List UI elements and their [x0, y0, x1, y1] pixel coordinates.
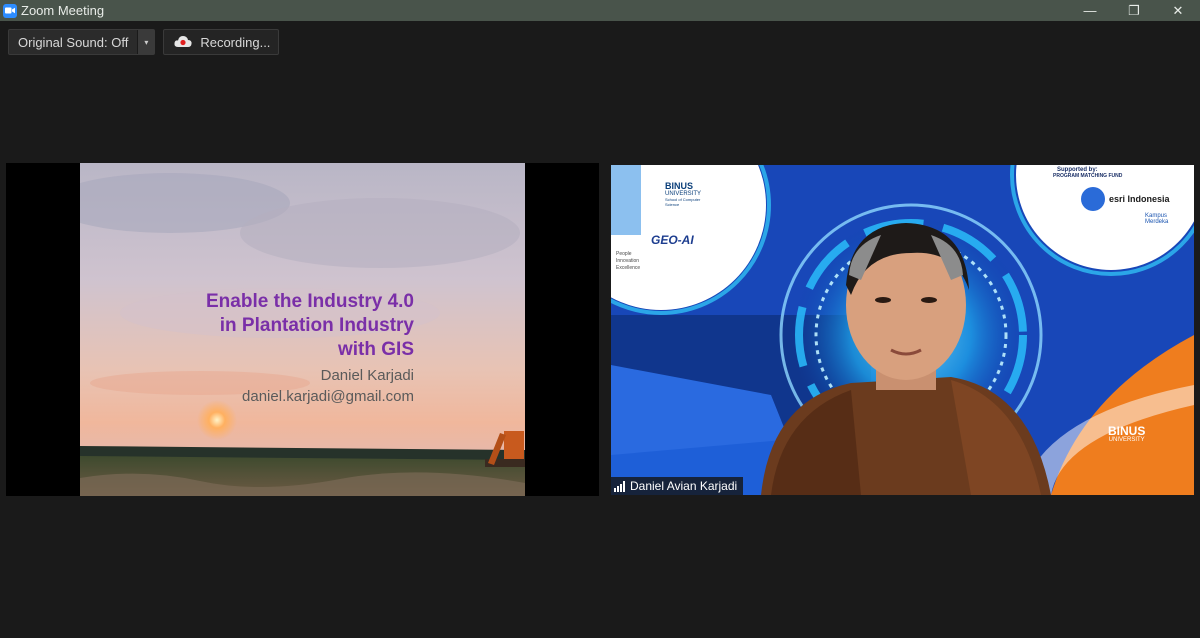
binus-tiger-logo-text: BINUS [1108, 424, 1146, 438]
participant-video-tile[interactable]: BINUS UNIVERSITY School of Computer Scie… [611, 165, 1194, 495]
binus-tagline: People Innovation Excellence [616, 251, 640, 272]
slide-text-block: Enable the Industry 4.0 in Plantation In… [206, 290, 414, 407]
slide-presenter-name: Daniel Karjadi [320, 367, 414, 384]
signal-bars-icon [614, 480, 625, 492]
kampus-merdeka-logo: Kampus Merdeka [1145, 213, 1169, 225]
original-sound-button[interactable]: Original Sound: Off [9, 30, 137, 54]
tagline-line-2: Innovation [616, 258, 640, 264]
tagline-line-3: Excellence [616, 265, 641, 271]
cloud-record-icon [174, 35, 192, 49]
window-controls: — ❐ ✕ [1068, 0, 1200, 21]
window-title: Zoom Meeting [21, 3, 105, 18]
esri-logo: esri Indonesia [1109, 194, 1170, 204]
slide-title-line-3: with GIS [338, 339, 414, 360]
restore-button[interactable]: ❐ [1112, 0, 1156, 21]
binus-logo-text: BINUS [665, 181, 694, 191]
tagline-line-1: People [616, 251, 632, 257]
presentation-slide: Enable the Industry 4.0 in Plantation In… [80, 163, 525, 496]
recording-button[interactable]: Recording... [163, 29, 280, 55]
sponsor-logos: esri Indonesia [1051, 187, 1191, 211]
recording-label: Recording... [200, 34, 271, 50]
participant-name: Daniel Avian Karjadi [630, 479, 738, 493]
program-matching-text: PROGRAM MATCHING FUND [1053, 173, 1123, 179]
binus-school-text: School of Computer Science [665, 197, 701, 207]
slide-presenter-email: daniel.karjadi@gmail.com [242, 388, 414, 405]
slide-title-line-1: Enable the Industry 4.0 [206, 291, 414, 312]
original-sound-control: Original Sound: Off ▾ [8, 29, 156, 55]
close-button[interactable]: ✕ [1156, 0, 1200, 21]
geo-ai-logo: GEO-AI [651, 233, 694, 247]
meeting-toolbar: Original Sound: Off ▾ Recording... [8, 29, 280, 55]
shared-screen: Enable the Industry 4.0 in Plantation In… [6, 163, 599, 496]
chevron-down-icon[interactable]: ▾ [137, 30, 155, 54]
binus-tiger-logo: BINUS UNIVERSITY [1108, 425, 1145, 444]
zoom-camera-icon [3, 3, 17, 18]
binus-university-logo: BINUS UNIVERSITY School of Computer Scie… [651, 181, 721, 207]
binus-tiger-logo-sub: UNIVERSITY [1108, 437, 1145, 443]
minimize-button[interactable]: — [1068, 0, 1112, 21]
title-bar: Zoom Meeting — ❐ ✕ [0, 0, 1200, 21]
slide-title-line-2: in Plantation Industry [219, 315, 414, 336]
kemendikbud-logo [1081, 187, 1105, 211]
participant-name-tag: Daniel Avian Karjadi [611, 477, 744, 495]
sponsor-panel: Supported by: PROGRAM MATCHING FUND esri… [1051, 167, 1191, 225]
